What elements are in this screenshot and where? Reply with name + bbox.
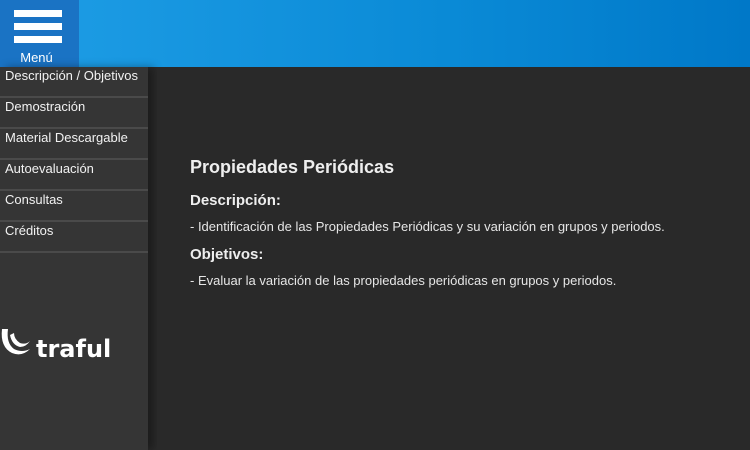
sidebar-item-descripcion-objetivos[interactable]: Descripción / Objetivos xyxy=(0,67,148,98)
sidebar: Descripción / Objetivos Demostración Mat… xyxy=(0,67,148,450)
sidebar-item-autoevaluacion[interactable]: Autoevaluación xyxy=(0,160,148,191)
sidebar-item-consultas[interactable]: Consultas xyxy=(0,191,148,222)
objectives-text: - Evaluar la variación de las propiedade… xyxy=(190,273,617,288)
description-text: - Identificación de las Propiedades Peri… xyxy=(190,219,665,234)
logo-text: traful xyxy=(36,335,111,363)
main-content-panel: Propiedades Periódicas Descripción: - Id… xyxy=(157,67,750,450)
page-title: Propiedades Periódicas xyxy=(190,157,395,177)
sidebar-item-demostracion[interactable]: Demostración xyxy=(0,98,148,129)
hamburger-icon xyxy=(14,10,62,49)
objectives-heading: Objetivos: xyxy=(190,246,264,263)
traful-logo: traful xyxy=(0,325,140,365)
sidebar-item-material-descargable[interactable]: Material Descargable xyxy=(0,129,148,160)
content-block: Propiedades Periódicas Descripción: - Id… xyxy=(190,157,730,300)
sidebar-item-creditos[interactable]: Créditos xyxy=(0,222,148,253)
traful-logo-mark: traful xyxy=(1,329,111,363)
top-header-bar: Menú xyxy=(0,0,750,67)
description-heading: Descripción: xyxy=(190,192,281,209)
menu-button[interactable]: Menú xyxy=(0,0,79,67)
menu-button-label: Menú xyxy=(20,50,53,65)
